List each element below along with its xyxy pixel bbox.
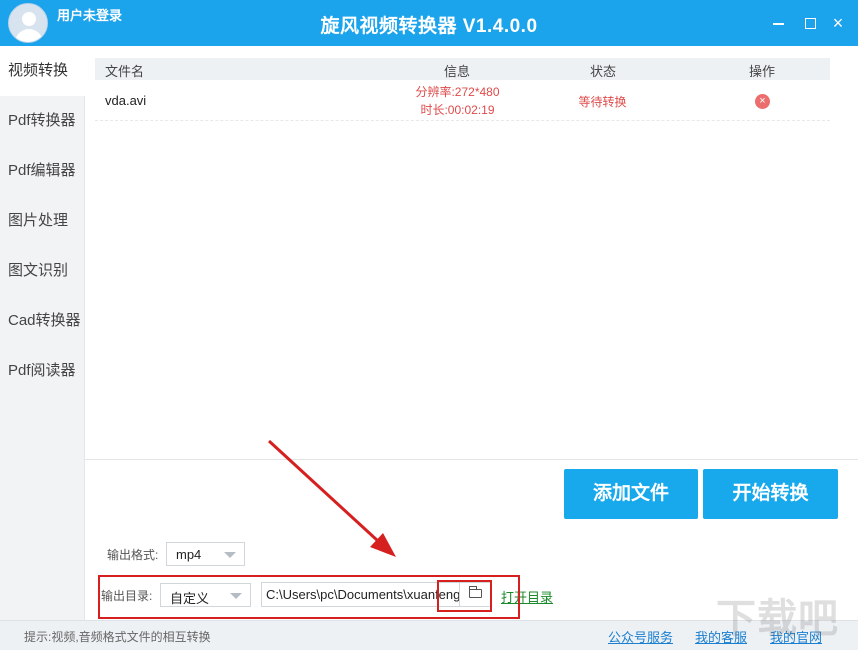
annotation-arrow (267, 439, 396, 557)
status-hint: 提示:视频,音频格式文件的相互转换 (24, 630, 211, 644)
watermark-logo: 下载吧 (716, 597, 839, 641)
footer-link-wechat-service[interactable]: 公众号服务 (608, 627, 673, 646)
annotation-arrow-line (267, 439, 380, 543)
